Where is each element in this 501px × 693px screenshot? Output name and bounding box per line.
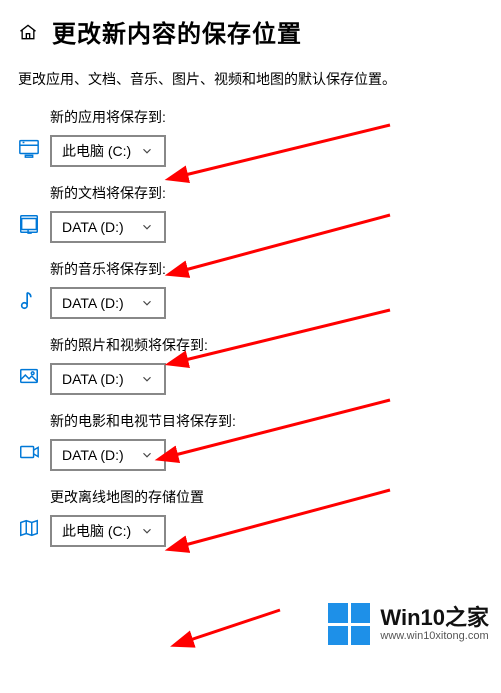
section-photos: 新的照片和视频将保存到: DATA (D:) xyxy=(0,331,501,407)
chevron-down-icon xyxy=(140,144,154,158)
apps-location-select[interactable]: 此电脑 (C:) xyxy=(50,135,166,167)
home-icon[interactable] xyxy=(18,22,38,42)
watermark-url: www.win10xitong.com xyxy=(380,630,489,642)
movies-icon xyxy=(18,441,40,463)
chevron-down-icon xyxy=(140,524,154,538)
section-label: 新的应用将保存到: xyxy=(50,107,483,127)
page-title: 更改新内容的保存位置 xyxy=(52,14,302,49)
maps-location-select[interactable]: 此电脑 (C:) xyxy=(50,515,166,547)
section-maps: 更改离线地图的存储位置 此电脑 (C:) xyxy=(0,483,501,559)
apps-icon xyxy=(18,137,40,159)
selected-value: DATA (D:) xyxy=(62,219,134,235)
section-label: 新的音乐将保存到: xyxy=(50,259,483,279)
section-label: 新的照片和视频将保存到: xyxy=(50,335,483,355)
selected-value: DATA (D:) xyxy=(62,447,134,463)
section-label: 更改离线地图的存储位置 xyxy=(50,487,483,507)
selected-value: DATA (D:) xyxy=(62,371,134,387)
chevron-down-icon xyxy=(140,372,154,386)
documents-location-select[interactable]: DATA (D:) xyxy=(50,211,166,243)
section-label: 新的文档将保存到: xyxy=(50,183,483,203)
chevron-down-icon xyxy=(140,296,154,310)
section-label: 新的电影和电视节目将保存到: xyxy=(50,411,483,431)
movies-location-select[interactable]: DATA (D:) xyxy=(50,439,166,471)
documents-icon xyxy=(18,213,40,235)
section-documents: 新的文档将保存到: DATA (D:) xyxy=(0,179,501,255)
section-apps: 新的应用将保存到: 此电脑 (C:) xyxy=(0,103,501,179)
chevron-down-icon xyxy=(140,220,154,234)
maps-icon xyxy=(18,517,40,539)
photos-icon xyxy=(18,365,40,387)
windows-logo-icon xyxy=(328,603,370,645)
section-movies: 新的电影和电视节目将保存到: DATA (D:) xyxy=(0,407,501,483)
music-icon xyxy=(18,289,40,311)
section-music: 新的音乐将保存到: DATA (D:) xyxy=(0,255,501,331)
selected-value: DATA (D:) xyxy=(62,295,134,311)
watermark: Win10之家 www.win10xitong.com xyxy=(328,603,489,645)
music-location-select[interactable]: DATA (D:) xyxy=(50,287,166,319)
selected-value: 此电脑 (C:) xyxy=(62,521,134,541)
selected-value: 此电脑 (C:) xyxy=(62,141,134,161)
page-subtitle: 更改应用、文档、音乐、图片、视频和地图的默认保存位置。 xyxy=(0,59,501,103)
chevron-down-icon xyxy=(140,448,154,462)
watermark-brand: Win10之家 xyxy=(380,606,489,630)
photos-location-select[interactable]: DATA (D:) xyxy=(50,363,166,395)
